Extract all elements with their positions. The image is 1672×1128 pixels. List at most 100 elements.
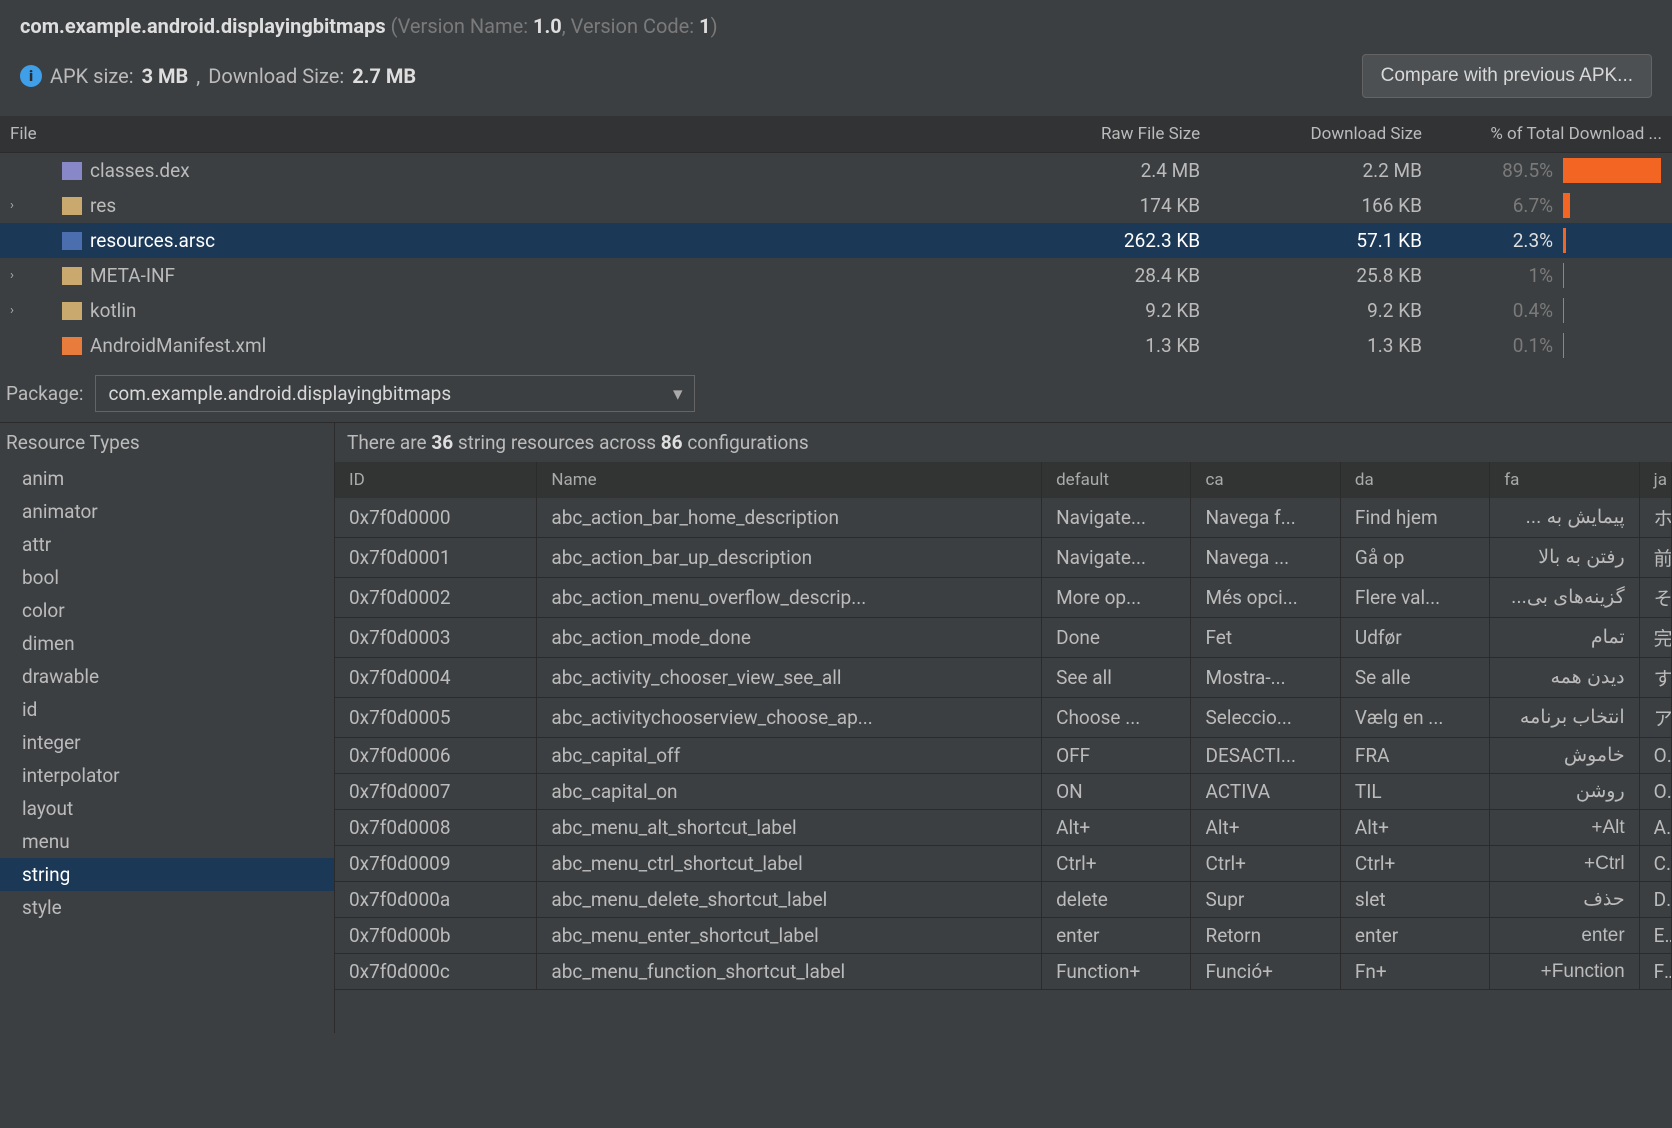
cell-ja: Er xyxy=(1639,918,1671,954)
restype-item-animator[interactable]: animator xyxy=(0,495,334,528)
tree-row[interactable]: ›res174 KB166 KB6.7% xyxy=(0,188,1672,223)
package-name: com.example.android.displayingbitmaps xyxy=(20,14,386,38)
tree-row[interactable]: resources.arsc262.3 KB57.1 KB2.3% xyxy=(0,223,1672,258)
cell-id: 0x7f0d000b xyxy=(335,918,537,954)
col-pct[interactable]: % of Total Download ... xyxy=(1432,116,1672,153)
package-dropdown[interactable]: com.example.android.displayingbitmaps ▾ xyxy=(95,375,695,412)
res-row[interactable]: 0x7f0d0005abc_activitychooserview_choose… xyxy=(335,698,1672,738)
restype-item-dimen[interactable]: dimen xyxy=(0,627,334,660)
col-id[interactable]: ID xyxy=(335,462,537,498)
res-row[interactable]: 0x7f0d0009abc_menu_ctrl_shortcut_labelCt… xyxy=(335,846,1672,882)
cell-id: 0x7f0d0009 xyxy=(335,846,537,882)
res-row[interactable]: 0x7f0d0007abc_capital_onONACTIVATILروشنO xyxy=(335,774,1672,810)
pct-bar xyxy=(1563,223,1672,258)
file-name: META-INF xyxy=(90,264,175,287)
tree-row[interactable]: AndroidManifest.xml1.3 KB1.3 KB0.1% xyxy=(0,328,1672,363)
lower-pane: Resource Types animanimatorattrboolcolor… xyxy=(0,423,1672,1033)
cell-id: 0x7f0d0000 xyxy=(335,498,537,538)
col-file[interactable]: File xyxy=(0,116,968,153)
cell-default: Choose ... xyxy=(1042,698,1191,738)
cell-fa: دیدن همه xyxy=(1490,658,1639,698)
download-size: 9.2 KB xyxy=(1210,293,1432,328)
cell-fa: انتخاب برنامه xyxy=(1490,698,1639,738)
restype-item-bool[interactable]: bool xyxy=(0,561,334,594)
cell-ca: Retorn xyxy=(1191,918,1340,954)
cell-default: Navigate... xyxy=(1042,498,1191,538)
download-size: 2.2 MB xyxy=(1210,153,1432,189)
res-row[interactable]: 0x7f0d0000abc_action_bar_home_descriptio… xyxy=(335,498,1672,538)
col-name[interactable]: Name xyxy=(537,462,1042,498)
res-row[interactable]: 0x7f0d0008abc_menu_alt_shortcut_labelAlt… xyxy=(335,810,1672,846)
cell-default: Function+ xyxy=(1042,954,1191,990)
res-row[interactable]: 0x7f0d000babc_menu_enter_shortcut_labele… xyxy=(335,918,1672,954)
restype-item-string[interactable]: string xyxy=(0,858,334,891)
restype-item-color[interactable]: color xyxy=(0,594,334,627)
restype-item-id[interactable]: id xyxy=(0,693,334,726)
cell-name: abc_action_bar_up_description xyxy=(537,538,1042,578)
cell-name: abc_menu_alt_shortcut_label xyxy=(537,810,1042,846)
col-fa[interactable]: fa xyxy=(1490,462,1639,498)
col-ja[interactable]: ja xyxy=(1639,462,1671,498)
file-name: AndroidManifest.xml xyxy=(90,334,266,357)
restype-item-drawable[interactable]: drawable xyxy=(0,660,334,693)
restype-item-anim[interactable]: anim xyxy=(0,462,334,495)
info-icon: i xyxy=(20,65,42,87)
col-da[interactable]: da xyxy=(1340,462,1489,498)
expand-icon[interactable]: › xyxy=(10,268,28,283)
cell-id: 0x7f0d0002 xyxy=(335,578,537,618)
compare-apk-button[interactable]: Compare with previous APK... xyxy=(1362,54,1652,98)
col-dl[interactable]: Download Size xyxy=(1210,116,1432,153)
res-row[interactable]: 0x7f0d000aabc_menu_delete_shortcut_label… xyxy=(335,882,1672,918)
cell-fa: حذف xyxy=(1490,882,1639,918)
pct-bar xyxy=(1563,153,1672,189)
col-raw[interactable]: Raw File Size xyxy=(968,116,1210,153)
cell-ja: Fu xyxy=(1639,954,1671,990)
cell-name: abc_action_mode_done xyxy=(537,618,1042,658)
version-info: (Version Name: 1.0, Version Code: 1) xyxy=(391,14,718,38)
res-row[interactable]: 0x7f0d0004abc_activity_chooser_view_see_… xyxy=(335,658,1672,698)
file-icon xyxy=(62,162,82,180)
cell-ja: 前 xyxy=(1639,538,1671,578)
cell-fa: Alt+ xyxy=(1490,810,1639,846)
col-default[interactable]: default xyxy=(1042,462,1191,498)
restype-item-menu[interactable]: menu xyxy=(0,825,334,858)
restype-item-style[interactable]: style xyxy=(0,891,334,924)
res-row[interactable]: 0x7f0d0003abc_action_mode_doneDoneFetUdf… xyxy=(335,618,1672,658)
cell-name: abc_action_menu_overflow_descrip... xyxy=(537,578,1042,618)
expand-icon[interactable]: › xyxy=(10,303,28,318)
pct-text: 2.3% xyxy=(1513,229,1553,252)
cell-fa: رفتن به بالا xyxy=(1490,538,1639,578)
restype-item-interpolator[interactable]: interpolator xyxy=(0,759,334,792)
arsc-icon xyxy=(62,232,82,250)
cell-id: 0x7f0d0004 xyxy=(335,658,537,698)
col-ca[interactable]: ca xyxy=(1191,462,1340,498)
res-row[interactable]: 0x7f0d0006abc_capital_offOFFDESACTI...FR… xyxy=(335,738,1672,774)
pct-text: 6.7% xyxy=(1513,194,1553,217)
restype-item-integer[interactable]: integer xyxy=(0,726,334,759)
cell-ja: D xyxy=(1639,882,1671,918)
cell-ca: Mostra-... xyxy=(1191,658,1340,698)
cell-default: Navigate... xyxy=(1042,538,1191,578)
resource-types-list: animanimatorattrboolcolordimendrawableid… xyxy=(0,462,334,924)
cell-default: See all xyxy=(1042,658,1191,698)
cell-default: Done xyxy=(1042,618,1191,658)
res-row[interactable]: 0x7f0d0002abc_action_menu_overflow_descr… xyxy=(335,578,1672,618)
expand-icon[interactable]: › xyxy=(10,198,28,213)
restype-item-attr[interactable]: attr xyxy=(0,528,334,561)
raw-size: 1.3 KB xyxy=(968,328,1210,363)
tree-row[interactable]: classes.dex2.4 MB2.2 MB89.5% xyxy=(0,153,1672,189)
cell-name: abc_menu_ctrl_shortcut_label xyxy=(537,846,1042,882)
chevron-down-icon: ▾ xyxy=(673,382,683,405)
cell-default: enter xyxy=(1042,918,1191,954)
cell-fa: گزینه‌های بی... xyxy=(1490,578,1639,618)
restype-item-layout[interactable]: layout xyxy=(0,792,334,825)
res-row[interactable]: 0x7f0d000cabc_menu_function_shortcut_lab… xyxy=(335,954,1672,990)
cell-da: enter xyxy=(1340,918,1489,954)
tree-row[interactable]: ›kotlin9.2 KB9.2 KB0.4% xyxy=(0,293,1672,328)
res-row[interactable]: 0x7f0d0001abc_action_bar_up_descriptionN… xyxy=(335,538,1672,578)
resource-count-info: There are 36 string resources across 86 … xyxy=(335,423,1672,462)
tree-row[interactable]: ›META-INF28.4 KB25.8 KB1% xyxy=(0,258,1672,293)
cell-fa: خاموش xyxy=(1490,738,1639,774)
pct-text: 89.5% xyxy=(1502,159,1553,182)
cell-ca: Fet xyxy=(1191,618,1340,658)
